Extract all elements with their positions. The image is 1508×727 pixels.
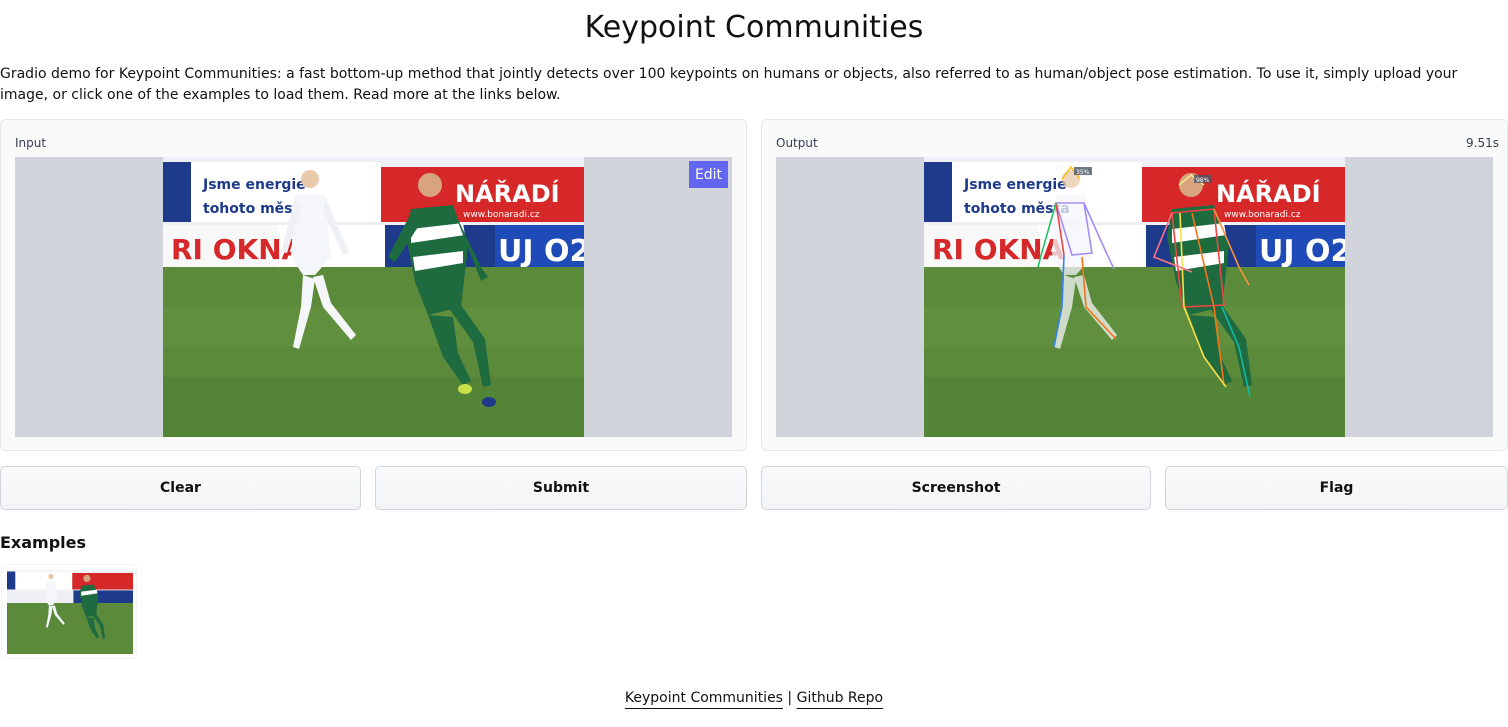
page-description: Gradio demo for Keypoint Communities: a …: [0, 66, 1458, 103]
banner-text: Jsme energie: [202, 177, 306, 193]
clear-button[interactable]: Clear: [0, 466, 361, 510]
banner-text: RI OKNA: [932, 233, 1065, 266]
output-photo: Jsme energie tohoto města NÁŘADÍ www.bon…: [924, 157, 1345, 437]
inference-timer: 9.51s: [1466, 136, 1499, 150]
output-image-area: Jsme energie tohoto města NÁŘADÍ www.bon…: [776, 157, 1493, 437]
screenshot-button[interactable]: Screenshot: [761, 466, 1151, 510]
footer-separator: |: [782, 690, 797, 706]
footer-link-github[interactable]: Github Repo: [797, 690, 883, 706]
banner-text: Jsme energie: [963, 177, 1067, 193]
input-label: Input: [15, 136, 47, 150]
input-image-area[interactable]: Jsme energie tohoto města NÁŘADÍ www.bon…: [15, 157, 732, 437]
detection-score: 98%: [1196, 177, 1210, 184]
banner-text: NÁŘADÍ: [1216, 179, 1321, 208]
flag-button[interactable]: Flag: [1165, 466, 1508, 510]
edit-button[interactable]: Edit: [689, 161, 728, 188]
input-panel: Input Jsme energie tohoto města NÁŘADÍ w…: [0, 119, 747, 451]
examples-heading: Examples: [0, 533, 87, 552]
output-panel: Output 9.51s Jsme energie tohoto města N…: [761, 119, 1508, 451]
footer: Keypoint Communities | Github Repo: [0, 690, 1508, 706]
output-label: Output: [776, 136, 818, 150]
detection-score: 35%: [1076, 169, 1090, 176]
input-photo: Jsme energie tohoto města NÁŘADÍ www.bon…: [163, 157, 584, 437]
banner-text: UJ O2: [498, 234, 584, 269]
submit-button[interactable]: Submit: [375, 466, 747, 510]
example-thumbnail[interactable]: [1, 564, 137, 659]
example-photo: [7, 570, 133, 654]
footer-link-paper[interactable]: Keypoint Communities: [625, 690, 783, 706]
banner-text: NÁŘADÍ: [455, 179, 560, 208]
banner-text: UJ O2: [1259, 234, 1345, 269]
page-title: Keypoint Communities: [584, 10, 924, 45]
banner-text: www.bonaradi.cz: [463, 210, 540, 220]
banner-text: www.bonaradi.cz: [1224, 210, 1301, 220]
